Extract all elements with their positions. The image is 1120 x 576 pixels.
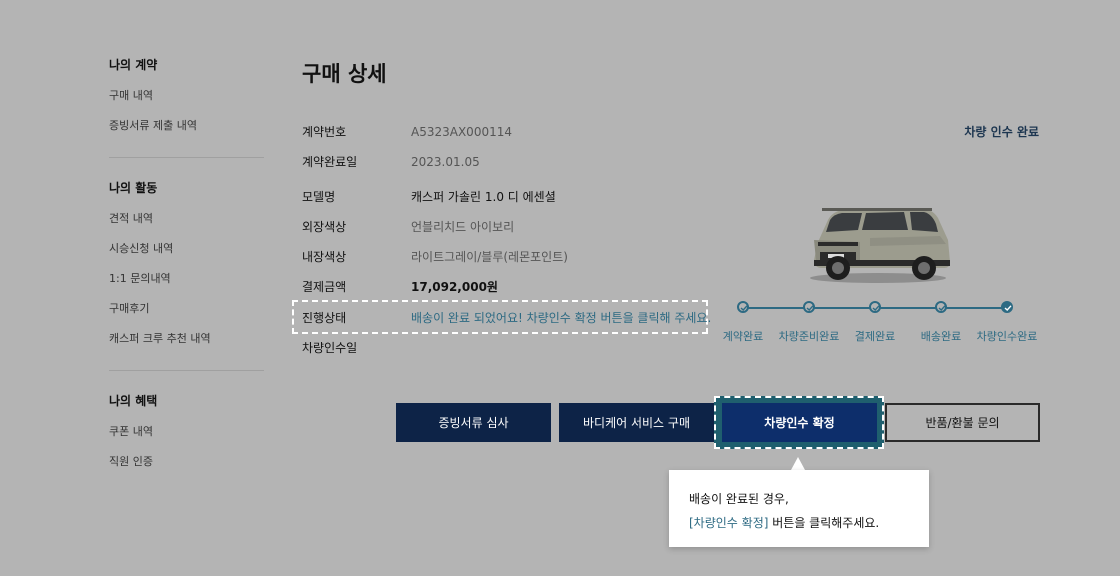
tooltip-accent-text: [차량인수 확정] [689, 516, 769, 530]
refund-inquiry-button[interactable]: 반품/환불 문의 [885, 403, 1040, 442]
progress-step-label: 차량인수완료 [976, 330, 1038, 343]
sidebar-title-activity: 나의 활동 [109, 181, 158, 195]
check-circle-icon [803, 301, 815, 313]
model-label: 모델명 [302, 190, 336, 204]
bodycare-purchase-button[interactable]: 바디케어 서비스 구매 [559, 403, 714, 442]
progress-step-label: 배송완료 [920, 330, 962, 343]
progress-step-vehicle-ready: 차량준비완료 [776, 296, 842, 344]
check-circle-icon [935, 301, 947, 313]
progress-value: 배송이 완료 되었어요! 차량인수 확정 버튼을 클릭해 주세요. [411, 311, 712, 325]
progress-tracker: 계약완료 차량준비완료 결제완료 배송완료 차량인수완료 [718, 296, 1048, 346]
progress-step-contract: 계약완료 [710, 296, 776, 344]
sidebar: 나의 계약 구매 내역 증빙서류 제출 내역 나의 활동 견적 내역 시승신청 … [109, 57, 264, 470]
sidebar-title-contract: 나의 계약 [109, 58, 158, 72]
sidebar-item-employee-auth[interactable]: 직원 인증 [109, 454, 264, 470]
check-circle-icon [869, 301, 881, 313]
progress-step-label: 계약완료 [722, 330, 764, 343]
check-circle-icon [737, 301, 749, 313]
price-label: 결제금액 [302, 280, 347, 294]
tooltip: 배송이 완료된 경우, [차량인수 확정] 버튼을 클릭해주세요. [669, 470, 929, 547]
interior-value: 라이트그레이/블루(레몬포인트) [411, 250, 568, 264]
contract-date-label: 계약완료일 [302, 155, 358, 169]
tooltip-rest-text: 버튼을 클릭해주세요. [768, 516, 880, 530]
sidebar-item-test-drive[interactable]: 시승신청 내역 [109, 241, 264, 257]
exterior-label: 외장색상 [302, 220, 347, 234]
contract-no-label: 계약번호 [302, 125, 347, 139]
sidebar-divider [109, 157, 264, 158]
progress-step-handover: 차량인수완료 [974, 296, 1040, 344]
progress-step-label: 차량준비완료 [778, 330, 840, 343]
sidebar-item-inquiries[interactable]: 1:1 문의내역 [109, 271, 264, 287]
sidebar-item-quotes[interactable]: 견적 내역 [109, 211, 264, 227]
model-value: 캐스퍼 가솔린 1.0 디 에센셜 [411, 190, 556, 204]
sidebar-item-document-submission[interactable]: 증빙서류 제출 내역 [109, 118, 264, 134]
price-value: 17,092,000원 [411, 280, 498, 294]
confirm-handover-button[interactable]: 차량인수 확정 [722, 403, 877, 442]
progress-step-payment: 결제완료 [842, 296, 908, 344]
document-review-button[interactable]: 증빙서류 심사 [396, 403, 551, 442]
sidebar-divider [109, 370, 264, 371]
sidebar-group-contract: 나의 계약 구매 내역 증빙서류 제출 내역 [109, 57, 264, 134]
sidebar-item-crew-referral[interactable]: 캐스퍼 크루 추천 내역 [109, 331, 264, 347]
sidebar-item-purchase-history[interactable]: 구매 내역 [109, 88, 264, 104]
progress-step-delivery: 배송완료 [908, 296, 974, 344]
check-circle-filled-icon [1001, 301, 1013, 313]
tooltip-line-2: [차량인수 확정] 버튼을 클릭해주세요. [689, 511, 909, 535]
contract-date-value: 2023.01.05 [411, 155, 480, 169]
tooltip-line-1: 배송이 완료된 경우, [689, 492, 789, 506]
tooltip-arrow [791, 457, 805, 470]
page-title: 구매 상세 [302, 62, 387, 86]
sidebar-title-benefits: 나의 혜택 [109, 394, 158, 408]
sidebar-group-activity: 나의 활동 견적 내역 시승신청 내역 1:1 문의내역 구매후기 캐스퍼 크루… [109, 180, 264, 347]
sidebar-group-benefits: 나의 혜택 쿠폰 내역 직원 인증 [109, 393, 264, 470]
vehicle-status-badge: 차량 인수 완료 [964, 125, 1039, 139]
sidebar-item-reviews[interactable]: 구매후기 [109, 301, 264, 317]
contract-no-value: A5323AX000114 [411, 125, 512, 139]
progress-label: 진행상태 [302, 311, 347, 325]
sidebar-item-coupons[interactable]: 쿠폰 내역 [109, 424, 264, 440]
exterior-value: 언블리치드 아이보리 [411, 220, 515, 234]
progress-step-label: 결제완료 [854, 330, 896, 343]
car-image [810, 208, 950, 283]
delivery-date-label: 차량인수일 [302, 341, 358, 355]
interior-label: 내장색상 [302, 250, 347, 264]
